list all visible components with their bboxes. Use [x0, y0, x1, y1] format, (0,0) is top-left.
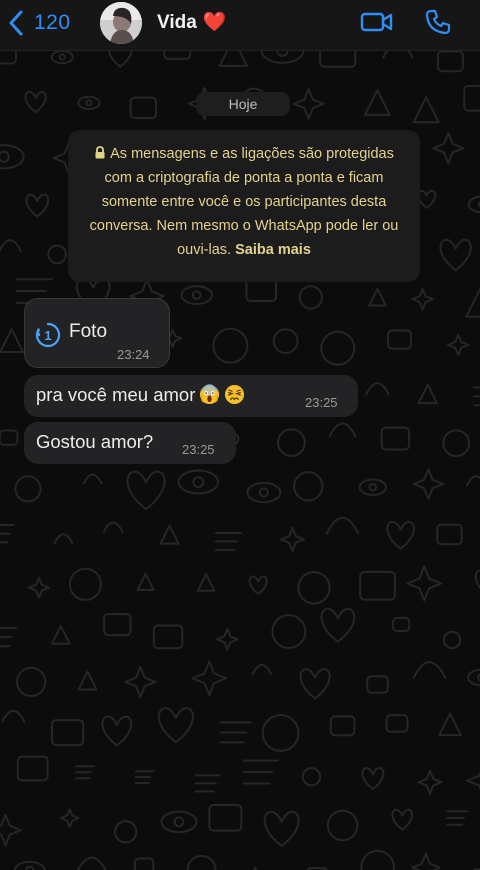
chat-header: 120 Vida ❤️: [0, 0, 480, 51]
phone-icon: [425, 9, 451, 35]
encryption-notice[interactable]: As mensagens e as ligações são protegida…: [68, 130, 420, 282]
video-camera-icon: [360, 12, 393, 32]
photo-label: Foto: [69, 321, 108, 342]
back-button[interactable]: 120: [8, 8, 71, 38]
contact-name[interactable]: Vida ❤️: [157, 10, 226, 34]
message-bubble[interactable]: pra você meu amor 23:25: [24, 375, 358, 417]
unread-count: 120: [34, 11, 71, 34]
contact-name-text: Vida: [157, 12, 197, 33]
avatar-photo: [100, 2, 142, 44]
message-text-content: pra você meu amor: [36, 384, 196, 405]
avatar[interactable]: [100, 2, 142, 44]
lock-icon: [95, 146, 105, 159]
voice-call-button[interactable]: [424, 8, 452, 41]
learn-more-link[interactable]: Saiba mais: [235, 242, 311, 258]
svg-text:1: 1: [44, 328, 51, 343]
video-call-button[interactable]: [360, 10, 394, 39]
screaming-face-emoji: [200, 384, 220, 405]
chat-screen: 120 Vida ❤️ Hoje As mensagens e as ligaç…: [0, 0, 480, 870]
message-text: Gostou amor?: [36, 431, 154, 452]
message-time: 23:25: [305, 395, 338, 410]
chevron-left-icon: [9, 10, 23, 36]
message-bubble-photo[interactable]: 1 Foto 23:24: [24, 298, 170, 368]
date-chip: Hoje: [196, 92, 290, 116]
message-text: pra você meu amor: [36, 384, 245, 406]
heart-emoji: ❤️: [202, 12, 227, 33]
view-once-icon: 1: [35, 322, 61, 348]
message-time: 23:24: [117, 347, 150, 362]
message-time: 23:25: [182, 442, 215, 457]
persevering-face-emoji: [225, 384, 245, 405]
message-bubble[interactable]: Gostou amor? 23:25: [24, 422, 236, 464]
